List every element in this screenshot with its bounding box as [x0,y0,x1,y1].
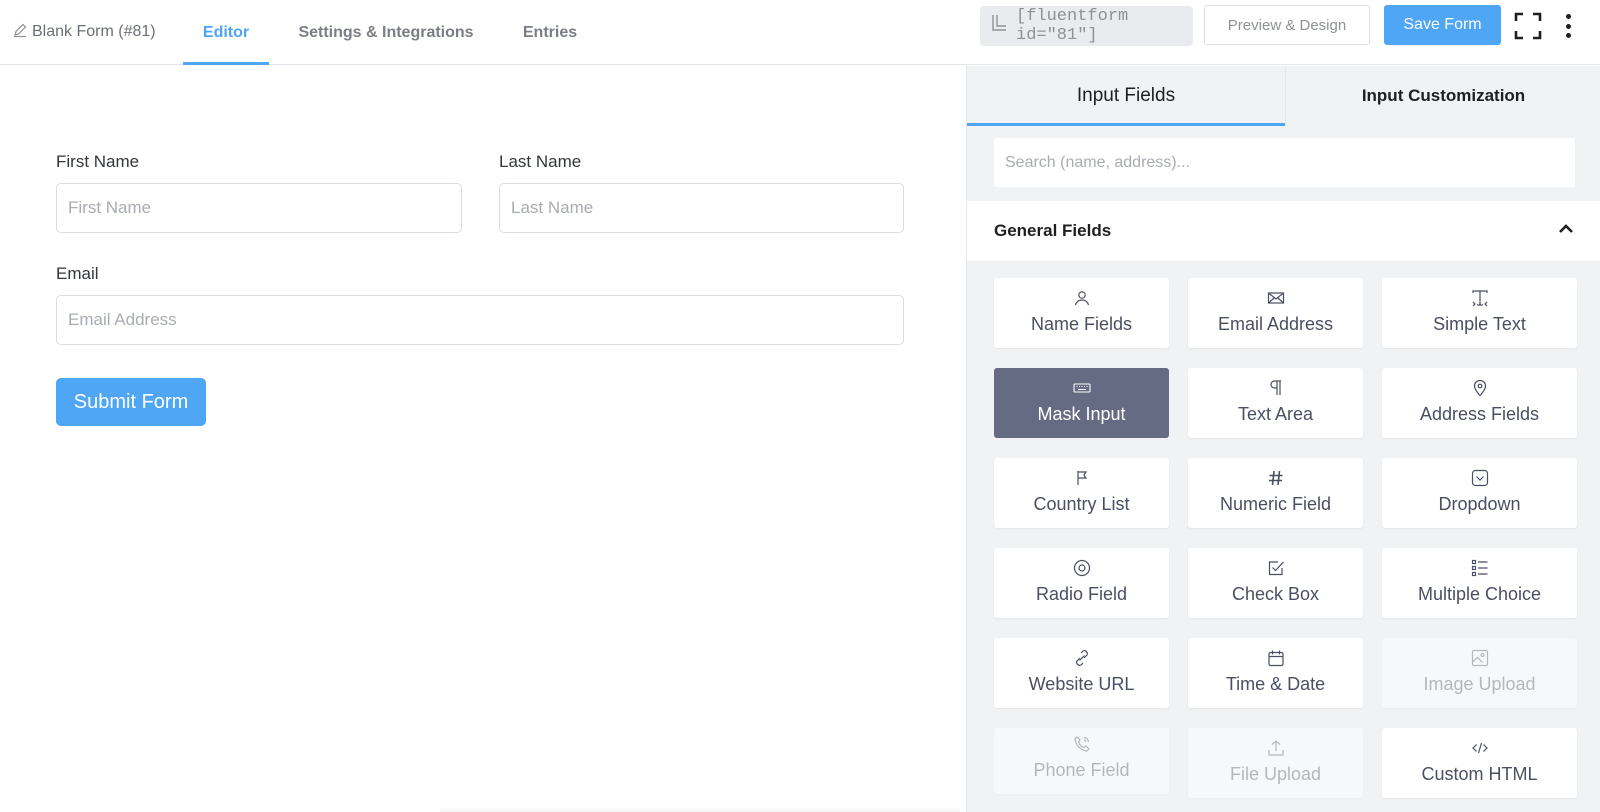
field-card-label: Image Upload [1423,674,1536,694]
field-card-label: Check Box [1231,584,1320,604]
user-icon [1072,288,1092,308]
field-card-label: Address Fields [1419,404,1540,424]
tab-editor-label: Editor [202,23,250,41]
field-card-label: Country List [1033,494,1130,514]
copy-icon [988,12,1010,40]
field-card-label: Simple Text [1433,314,1526,334]
list-icon [1470,558,1490,578]
form-editor-canvas: First Name Last Name Email Submit Form [0,66,966,812]
calendar-icon [1266,648,1286,668]
field-card-website-url[interactable]: Website URL [994,638,1169,708]
last-name-input[interactable] [499,183,904,233]
field-card-check-box[interactable]: Check Box [1188,548,1363,618]
field-card-label: Text Area [1237,404,1314,424]
shortcode-text: [fluentform id="81"] [1016,7,1129,45]
form-title-text: Blank Form (#81) [32,23,156,40]
tab-input-customization-label: Input Customization [1361,86,1526,105]
preview-design-button[interactable]: Preview & Design [1204,5,1370,45]
field-card-image-upload[interactable]: Image Upload [1382,638,1577,708]
canvas-bottom-shadow [440,806,960,812]
field-card-radio-field[interactable]: Radio Field [994,548,1169,618]
map-pin-icon [1470,378,1490,398]
dropdown-icon [1470,468,1490,488]
text-cursor-icon [1470,288,1490,308]
top-bar: Blank Form (#81) Editor Settings & Integ… [0,0,1600,65]
field-card-file-upload[interactable]: File Upload [1188,728,1363,798]
tab-input-fields[interactable]: Input Fields [967,66,1285,126]
submit-label: Submit Form [73,390,189,413]
field-card-label: Radio Field [1035,584,1128,604]
field-card-label: File Upload [1229,764,1322,784]
general-fields-title: General Fields [994,221,1112,240]
field-card-address-fields[interactable]: Address Fields [1382,368,1577,438]
field-card-label: Phone Field [1033,760,1130,780]
field-card-label: Multiple Choice [1417,584,1542,604]
field-card-label: Dropdown [1438,494,1521,514]
phone-icon [1072,734,1092,754]
form-title[interactable]: Blank Form (#81) [12,20,156,44]
fields-sidebar: Input Fields Input Customization General… [966,66,1600,812]
more-options-icon[interactable] [1558,12,1578,40]
field-card-label: Email Address [1217,314,1334,334]
field-card-time-date[interactable]: Time & Date [1188,638,1363,708]
envelope-icon [1266,288,1286,308]
field-card-mask-input[interactable]: Mask Input [994,368,1169,438]
paragraph-icon [1266,378,1286,398]
field-card-simple-text[interactable]: Simple Text [1382,278,1577,348]
tab-settings-integrations[interactable]: Settings & Integrations [286,0,486,65]
field-card-dropdown[interactable]: Dropdown [1382,458,1577,528]
tab-input-customization[interactable]: Input Customization [1285,66,1600,126]
field-card-label: Time & Date [1225,674,1326,694]
link-icon [1072,648,1092,668]
image-icon [1470,648,1490,668]
field-card-label: Website URL [1028,674,1135,694]
flag-icon [1072,468,1092,488]
tab-entries-label: Entries [522,23,578,41]
general-fields-header[interactable]: General Fields [967,201,1600,261]
field-card-label: Mask Input [1037,404,1126,424]
field-card-label: Numeric Field [1219,494,1332,514]
field-card-country-list[interactable]: Country List [994,458,1169,528]
shortcode-copy[interactable]: [fluentform id="81"] [980,6,1193,46]
field-card-custom-html[interactable]: Custom HTML [1382,728,1577,798]
checkbox-icon [1266,558,1286,578]
preview-label: Preview & Design [1227,16,1347,34]
field-card-numeric-field[interactable]: Numeric Field [1188,458,1363,528]
first-name-input[interactable] [56,183,462,233]
field-card-multiple-choice[interactable]: Multiple Choice [1382,548,1577,618]
field-card-name-fields[interactable]: Name Fields [994,278,1169,348]
chevron-up-icon[interactable] [1557,220,1575,243]
tab-input-fields-label: Input Fields [1076,85,1176,106]
field-card-label: Custom HTML [1421,764,1538,784]
first-name-label: First Name [56,152,140,171]
email-label: Email [56,264,99,283]
code-icon [1470,738,1490,758]
last-name-label: Last Name [499,152,582,171]
submit-form-button[interactable]: Submit Form [56,378,206,426]
tab-settings-label: Settings & Integrations [298,23,474,41]
fullscreen-icon[interactable] [1514,12,1542,40]
radio-icon [1072,558,1092,578]
field-card-label: Name Fields [1030,314,1133,334]
pencil-icon [12,22,28,43]
tab-editor[interactable]: Editor [183,0,269,65]
keyboard-icon [1072,378,1092,398]
hash-icon [1266,468,1286,488]
save-label: Save Form [1403,16,1482,33]
field-card-email-address[interactable]: Email Address [1188,278,1363,348]
field-card-phone-field[interactable]: Phone Field [994,728,1169,794]
email-input[interactable] [56,295,904,345]
field-search-input[interactable] [994,138,1575,187]
tab-entries[interactable]: Entries [514,0,586,65]
field-card-text-area[interactable]: Text Area [1188,368,1363,438]
save-form-button[interactable]: Save Form [1384,5,1501,45]
upload-icon [1266,738,1286,758]
